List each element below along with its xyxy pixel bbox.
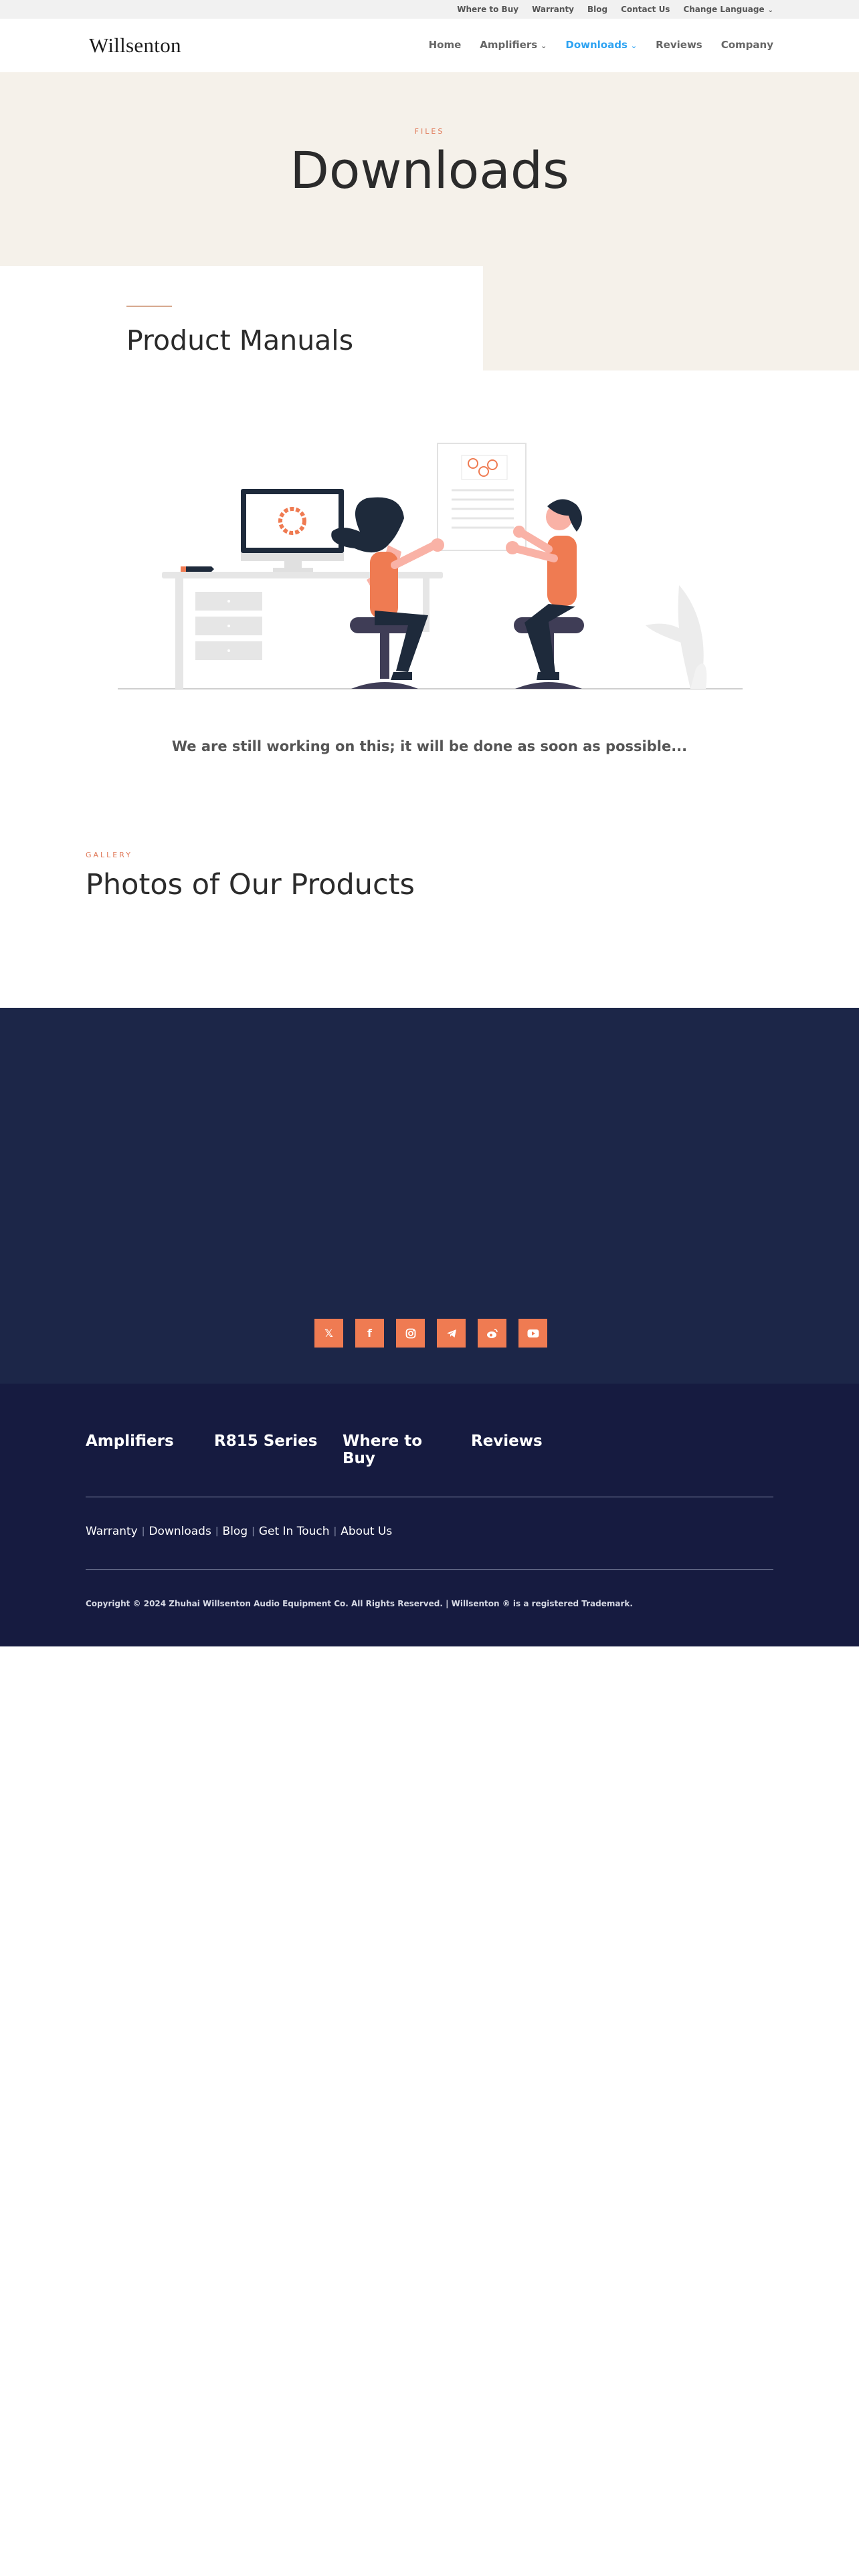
weibo-icon[interactable] <box>478 1319 506 1348</box>
footer-col-reviews[interactable]: Reviews <box>471 1432 599 1468</box>
facebook-icon[interactable]: f <box>355 1319 384 1348</box>
top-utility-bar: Where to Buy Warranty Blog Contact Us Ch… <box>0 0 859 19</box>
person-torso <box>547 536 577 606</box>
nav-home[interactable]: Home <box>429 39 462 51</box>
separator: | <box>215 1526 219 1537</box>
footer-links: Warranty | Downloads | Blog | Get In Tou… <box>86 1525 392 1538</box>
nav-reviews[interactable]: Reviews <box>656 39 702 51</box>
hero-kicker: FILES <box>414 127 445 136</box>
copyright-text: Copyright © 2024 Zhuhai Willsenton Audio… <box>86 1599 633 1608</box>
gallery-kicker: GALLERY <box>86 851 132 859</box>
youtube-icon[interactable] <box>518 1319 547 1348</box>
main-nav: Home Amplifiers ⌄ Downloads ⌄ Reviews Comp… <box>429 39 773 51</box>
footer-col-amplifiers[interactable]: Amplifiers <box>86 1432 214 1468</box>
change-language-label: Change Language <box>683 5 765 14</box>
product-manuals-heading: Product Manuals <box>126 324 354 356</box>
top-link-warranty[interactable]: Warranty <box>532 5 574 14</box>
chevron-down-icon: ⌄ <box>767 7 773 14</box>
desk-top <box>162 572 443 578</box>
section-divider <box>126 306 172 307</box>
page-title: Downloads <box>290 140 569 200</box>
footer-link-downloads[interactable]: Downloads <box>149 1525 211 1538</box>
desk-leg <box>175 578 183 689</box>
separator: | <box>252 1526 255 1537</box>
pen <box>183 566 214 572</box>
footer-link-warranty[interactable]: Warranty <box>86 1525 138 1538</box>
gallery-heading: Photos of Our Products <box>86 868 415 901</box>
main-header: Willsenton Home Amplifiers ⌄ Downloads ⌄ R… <box>0 19 859 72</box>
under-construction-illustration <box>118 443 743 689</box>
change-language-menu[interactable]: Change Language ⌄ <box>683 5 773 14</box>
chevron-down-icon: ⌄ <box>541 41 547 50</box>
footer-link-blog[interactable]: Blog <box>223 1525 248 1538</box>
chevron-down-icon: ⌄ <box>630 41 638 50</box>
document <box>437 443 527 551</box>
top-links: Where to Buy Warranty Blog Contact Us Ch… <box>457 5 773 14</box>
social-links: 𝕏 f <box>314 1319 547 1348</box>
work-in-progress-message: We are still working on this; it will be… <box>171 738 688 754</box>
footer-columns: Amplifiers R815 Series Where to Buy Revi… <box>86 1432 599 1468</box>
separator: | <box>141 1526 145 1537</box>
footer-link-about-us[interactable]: About Us <box>341 1525 392 1538</box>
separator: | <box>333 1526 337 1537</box>
telegram-icon[interactable] <box>437 1319 466 1348</box>
footer-divider <box>86 1569 773 1570</box>
nav-downloads[interactable]: Downloads ⌄ <box>565 39 637 51</box>
footer-link-get-in-touch[interactable]: Get In Touch <box>259 1525 330 1538</box>
top-link-blog[interactable]: Blog <box>587 5 607 14</box>
footer-col-where-to-buy[interactable]: Where to Buy <box>343 1432 471 1468</box>
site-logo[interactable]: Willsenton <box>89 33 181 58</box>
hero-background-extension <box>483 266 859 370</box>
top-link-where-to-buy[interactable]: Where to Buy <box>457 5 518 14</box>
nav-amplifiers[interactable]: Amplifiers ⌄ <box>480 39 547 51</box>
nav-downloads-label: Downloads <box>565 39 628 51</box>
footer-col-r815-series[interactable]: R815 Series <box>214 1432 343 1468</box>
instagram-icon[interactable] <box>396 1319 425 1348</box>
hero-section: FILES Downloads <box>0 72 859 266</box>
nav-company[interactable]: Company <box>721 39 773 51</box>
x-icon[interactable]: 𝕏 <box>314 1319 343 1348</box>
top-link-contact-us[interactable]: Contact Us <box>621 5 670 14</box>
nav-amplifiers-label: Amplifiers <box>480 39 538 51</box>
